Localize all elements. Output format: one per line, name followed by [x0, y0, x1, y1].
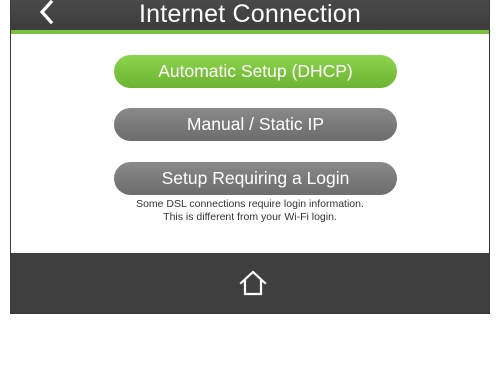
login-note-line1: Some DSL connections require login infor… [136, 198, 364, 210]
automatic-setup-button[interactable]: Automatic Setup (DHCP) [114, 55, 397, 88]
manual-static-ip-button[interactable]: Manual / Static IP [114, 108, 397, 141]
setup-login-button[interactable]: Setup Requiring a Login [114, 162, 397, 195]
app-frame: Internet Connection Automatic Setup (DHC… [10, 0, 490, 314]
home-button[interactable] [237, 267, 269, 299]
home-icon [239, 270, 267, 296]
header-bar: Internet Connection [11, 0, 489, 34]
login-note-line2: This is different from your Wi-Fi login. [163, 211, 337, 223]
footer-bar [11, 253, 489, 313]
page-title: Internet Connection [138, 0, 361, 28]
